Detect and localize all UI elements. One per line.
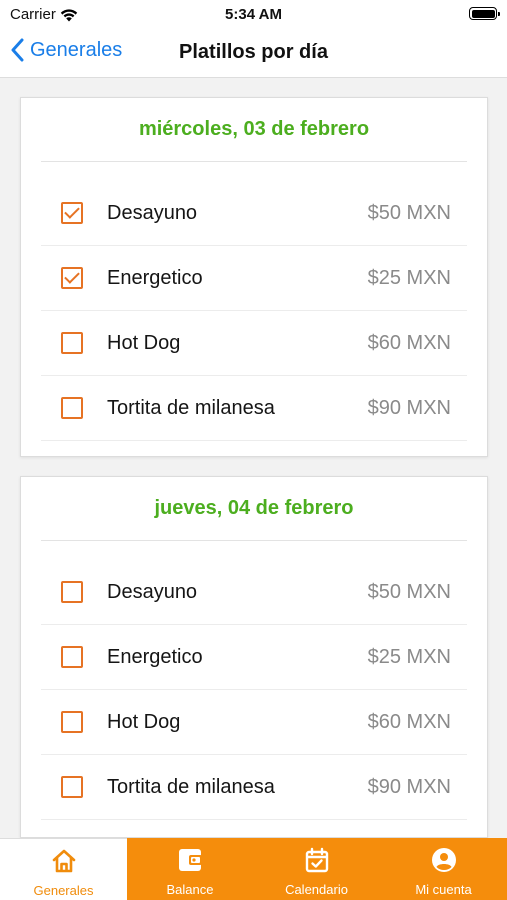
tab-label: Mi cuenta [415, 882, 472, 897]
status-bar: Carrier 5:34 AM [0, 0, 507, 28]
dish-row[interactable]: Hot Dog $60 MXN [41, 690, 467, 755]
day-card: jueves, 04 de febrero Desayuno $50 MXN E… [20, 476, 488, 838]
checkbox-unchecked-icon[interactable] [61, 711, 83, 733]
dish-row[interactable]: Tortita de milanesa $90 MXN [41, 376, 467, 441]
dish-name: Hot Dog [107, 710, 181, 733]
page-title: Platillos por día [179, 41, 328, 63]
dish-price: $25 MXN [367, 645, 451, 668]
tab-calendario[interactable]: Calendario [253, 838, 380, 900]
navigation-bar: Generales Platillos por día [0, 28, 507, 78]
checkbox-unchecked-icon[interactable] [61, 397, 83, 419]
tab-bar: Generales Balance Calendario Mi cuenta [0, 838, 507, 900]
day-card: miércoles, 03 de febrero Desayuno $50 MX… [20, 97, 488, 457]
day-date: jueves, 04 de febrero [154, 497, 354, 519]
dish-name: Tortita de milanesa [107, 396, 275, 419]
dish-price: $60 MXN [367, 331, 451, 354]
dish-list: Desayuno $50 MXN Energetico $25 MXN Hot … [21, 162, 487, 441]
tab-balance[interactable]: Balance [127, 838, 253, 900]
dish-name: Desayuno [107, 580, 198, 603]
dish-name: Energetico [107, 645, 203, 668]
dish-price: $50 MXN [367, 201, 451, 224]
checkbox-unchecked-icon[interactable] [61, 646, 83, 668]
calendar-check-icon [303, 846, 331, 874]
dish-row[interactable]: Energetico $25 MXN [41, 625, 467, 690]
account-circle-icon [430, 846, 458, 874]
tab-label: Generales [33, 883, 94, 898]
dish-price: $90 MXN [367, 396, 451, 419]
wallet-icon [176, 846, 204, 874]
dish-price: $25 MXN [367, 266, 451, 289]
checkbox-unchecked-icon[interactable] [61, 332, 83, 354]
dish-name: Tortita de milanesa [107, 775, 275, 798]
dish-price: $90 MXN [367, 775, 451, 798]
tab-label: Balance [166, 882, 214, 897]
dish-row[interactable]: Desayuno $50 MXN [41, 560, 467, 625]
battery-icon [469, 7, 500, 20]
checkbox-checked-icon[interactable] [61, 202, 83, 224]
dish-name: Hot Dog [107, 331, 181, 354]
dish-price: $50 MXN [367, 580, 451, 603]
status-time: 5:34 AM [225, 6, 282, 23]
tab-mi-cuenta[interactable]: Mi cuenta [380, 838, 507, 900]
home-icon [50, 847, 78, 875]
checkbox-checked-icon[interactable] [61, 267, 83, 289]
dish-name: Desayuno [107, 201, 198, 224]
dish-row[interactable]: Hot Dog $60 MXN [41, 311, 467, 376]
dish-row[interactable]: Desayuno $50 MXN [41, 181, 467, 246]
dish-row[interactable]: Tortita de milanesa $90 MXN [41, 755, 467, 820]
dish-price: $60 MXN [367, 710, 451, 733]
checkbox-unchecked-icon[interactable] [61, 581, 83, 603]
day-date: miércoles, 03 de febrero [138, 118, 370, 140]
content-scroll-area[interactable]: miércoles, 03 de febrero Desayuno $50 MX… [0, 78, 507, 838]
tab-generales[interactable]: Generales [0, 838, 127, 900]
dish-name: Energetico [107, 266, 203, 289]
dish-list: Desayuno $50 MXN Energetico $25 MXN Hot … [21, 541, 487, 820]
tab-label: Calendario [285, 882, 348, 897]
dish-row[interactable]: Energetico $25 MXN [41, 246, 467, 311]
checkbox-unchecked-icon[interactable] [61, 776, 83, 798]
